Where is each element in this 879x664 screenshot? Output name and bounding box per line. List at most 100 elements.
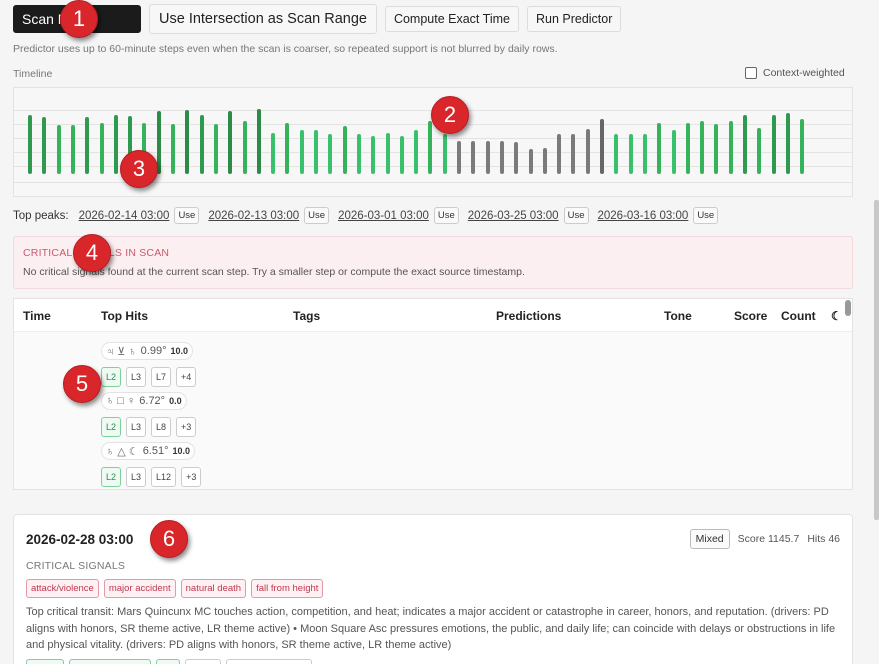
timeline-bar[interactable] [285,123,290,174]
timeline-bar[interactable] [242,121,247,174]
timeline-bar[interactable] [785,113,790,174]
col-top-hits[interactable]: Top Hits [101,309,148,323]
context-weighted-checkbox[interactable] [745,67,757,79]
peak-use-button[interactable]: Use [174,207,200,224]
critical-chip[interactable]: attack/violence [26,579,99,598]
timeline-bar[interactable] [442,134,447,174]
context-weighted-toggle[interactable]: Context-weighted [745,67,845,79]
timeline-bar[interactable] [471,141,476,174]
timeline-bar[interactable] [757,128,762,174]
timeline-bar[interactable] [743,115,747,174]
timeline-bar[interactable] [571,134,576,174]
timeline-bar[interactable] [485,141,490,174]
hit-tag[interactable]: L2 [101,417,122,437]
timeline-bar[interactable] [42,117,47,174]
timeline-bar[interactable] [228,111,233,174]
top-hit-pill[interactable]: ♄ △ ☾ 6.51° 10.0 [101,442,196,460]
hit-tag[interactable]: L3 [126,467,147,487]
peak-use-button[interactable]: Use [304,207,330,224]
col-score[interactable]: Score [734,309,767,323]
timeline-bar[interactable] [56,125,61,174]
peak-link[interactable]: 2026-03-01 03:00 [338,210,429,222]
timeline-bar[interactable] [299,130,304,174]
card-tag-row [26,659,312,664]
timeline-bar[interactable] [371,136,376,174]
col-predictions[interactable]: Predictions [496,309,561,323]
peak-use-button[interactable]: Use [563,207,589,224]
timeline-bar[interactable] [342,126,347,174]
timeline-bar[interactable] [714,124,719,174]
col-time[interactable]: Time [23,309,51,323]
timeline-bar[interactable] [600,119,604,174]
timeline-bar[interactable] [399,136,404,174]
peak-use-button[interactable]: Use [693,207,719,224]
hit-tag[interactable]: +4 [176,367,197,387]
timeline-bar[interactable] [385,133,390,174]
timeline-bar[interactable] [671,130,676,174]
run-predictor-button[interactable]: Run Predictor [526,6,622,32]
col-tone[interactable]: Tone [664,309,692,323]
table-scrollbar[interactable] [845,300,851,316]
timeline-bar[interactable] [499,141,504,174]
marker-2: 2 [431,96,469,134]
timeline-bar[interactable] [113,115,118,174]
col-count[interactable]: Count [781,309,816,323]
top-hit-pill[interactable]: ♄ □ ♀ 6.72° 0.0 [101,392,187,410]
peak-link[interactable]: 2026-03-16 03:00 [598,210,689,222]
timeline-bar[interactable] [642,134,647,174]
timeline-bar[interactable] [457,141,461,174]
peak-link[interactable]: 2026-02-13 03:00 [208,210,299,222]
page-scrollbar[interactable] [874,200,879,520]
timeline-bar[interactable] [328,134,333,174]
timeline-bar[interactable] [528,149,533,174]
timeline-bar[interactable] [356,134,361,174]
compute-exact-time-button[interactable]: Compute Exact Time [384,6,519,32]
timeline-bar[interactable] [99,123,104,174]
timeline-bar[interactable] [542,148,547,174]
timeline-bar[interactable] [614,134,619,174]
timeline-bar[interactable] [428,121,433,174]
peak-item: 2026-03-16 03:00 Use [598,207,719,224]
use-intersection-button[interactable]: Use Intersection as Scan Range [149,4,377,34]
hit-tag[interactable]: L2 [101,367,122,387]
timeline-bar[interactable] [585,129,590,174]
timeline-bar[interactable] [514,142,519,174]
col-moon[interactable]: ☾ [831,309,842,323]
hit-tag[interactable]: L3 [126,417,147,437]
timeline-bar[interactable] [171,124,175,174]
timeline-bar[interactable] [213,124,218,174]
timeline-bar[interactable] [414,130,419,174]
peak-link[interactable]: 2026-02-14 03:00 [79,210,170,222]
timeline-bar[interactable] [185,110,190,174]
toolbar: Scan Now Use Intersection as Scan Range … [13,4,622,34]
timeline-bar[interactable] [728,121,733,174]
hit-tag[interactable]: L12 [151,467,177,487]
timeline-bar[interactable] [70,125,75,174]
timeline-bar[interactable] [85,117,90,174]
hit-tag[interactable]: +3 [176,417,197,437]
timeline-bar[interactable] [271,133,276,174]
timeline-bar[interactable] [800,119,805,174]
timeline-bar[interactable] [700,121,705,174]
timeline-bar[interactable] [199,115,204,174]
critical-chip[interactable]: major accident [103,579,176,598]
hit-tag[interactable]: L2 [101,467,122,487]
hit-tag[interactable]: L3 [126,367,147,387]
timeline-bar[interactable] [256,109,261,174]
timeline-bar[interactable] [557,134,562,174]
peak-use-button[interactable]: Use [433,207,459,224]
col-tags[interactable]: Tags [293,309,320,323]
critical-chip[interactable]: natural death [180,579,247,598]
peak-link[interactable]: 2026-03-25 03:00 [468,210,559,222]
timeline-bar[interactable] [771,115,776,174]
hit-tag[interactable]: L8 [151,417,172,437]
timeline-bar[interactable] [657,123,662,174]
hit-tag[interactable]: L7 [151,367,172,387]
timeline-bar[interactable] [314,130,318,174]
top-hit-pill[interactable]: ♃ ⊻ ♄ 0.99° 10.0 [101,342,194,360]
hit-tag[interactable]: +3 [181,467,202,487]
timeline-bar[interactable] [28,115,32,174]
timeline-bar[interactable] [628,134,633,174]
critical-chip[interactable]: fall from height [251,579,324,598]
timeline-bar[interactable] [685,123,690,174]
